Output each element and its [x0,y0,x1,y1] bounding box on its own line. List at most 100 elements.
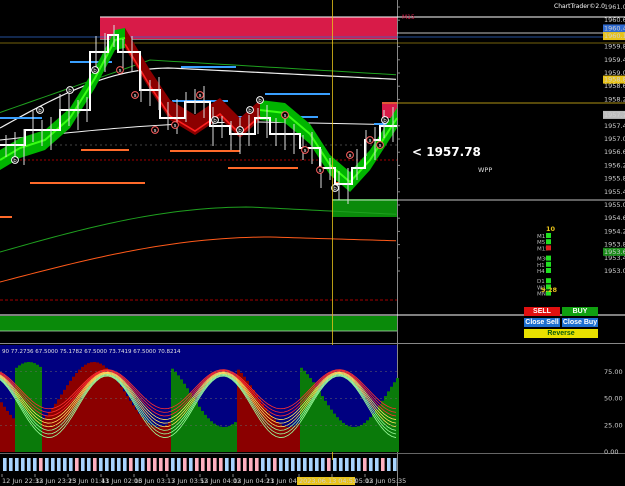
oscillator-bar [213,423,216,452]
oscillator-bar [111,374,114,452]
oscillator-bar [12,418,15,452]
close-buy-button[interactable]: Close Buy [562,318,598,327]
oscillator-bar [81,366,84,452]
oscillator-bar [225,426,228,452]
time-tick-label: 13 Jun 05:35 [365,477,406,485]
volume-bar [297,458,301,471]
volume-bar [141,458,145,471]
oscillator-bar [285,426,288,452]
signal-marker-glyph: b [68,88,72,94]
volume-bar [93,458,97,471]
volume-bar [147,458,151,471]
oscillator-bar [0,402,3,452]
volume-bar [393,458,397,471]
oscillator-bar [318,391,321,452]
volume-bar [267,458,271,471]
price-tick-label: 1956.25 [604,161,625,169]
close-sell-button[interactable]: Close Sell [524,318,560,327]
price-tick-label: 1957.05 [604,135,625,143]
sell-button[interactable]: SELL [524,307,560,316]
volume-bar [213,458,217,471]
oscillator-bar [231,424,234,452]
oscillator-bar [132,405,135,452]
volume-bar [279,458,283,471]
signal-marker-glyph: s [349,153,352,159]
oscillator-level-label: 75.00 [604,368,623,376]
volume-bar [345,458,349,471]
signal-marker-glyph: s [199,93,202,99]
signal-marker-glyph: s [154,128,157,134]
trend-timeframe-label: D1 [537,279,545,285]
oscillator-bar [87,363,90,452]
trend-timeframe-label: H1 [537,263,545,269]
oscillator-bar [159,426,162,452]
oscillator-bar [348,426,351,452]
signal-marker-glyph: s [304,148,307,154]
volume-bar [75,458,79,471]
price-tick-label: 1954.25 [604,227,625,235]
reverse-button[interactable]: Reverse [524,329,598,338]
volume-bar [249,458,253,471]
volume-bar [285,458,289,471]
volume-bar [15,458,19,471]
price-tick-label: 1958.25 [604,95,625,103]
oscillator-bar [354,426,357,452]
volume-bar [273,458,277,471]
volume-bar [51,458,55,471]
oscillator-bar [321,396,324,452]
signal-marker-glyph: b [38,108,42,114]
oscillator-bar [330,409,333,452]
supply-zone [100,17,397,39]
trend-state-indicator [546,261,551,267]
trend-timeframe-label: H4 [537,269,545,275]
price-tick-label: 1959.85 [604,43,625,51]
price-tick-label: 1954.65 [604,214,625,222]
volume-bar [33,458,37,471]
volume-bar [123,458,127,471]
volume-bar [165,458,169,471]
demand-zone-wide [0,316,397,331]
signal-marker-glyph: s [319,168,322,174]
chart-canvas[interactable]: bbbbsssssbbbsssbssbbs1961.051960.651959.… [0,0,625,486]
oscillator-bar [15,367,18,452]
oscillator-bar [222,426,225,452]
volume-bar [255,458,259,471]
volume-bar [369,458,373,471]
oscillator-bar [84,364,87,452]
signal-marker-glyph: s [379,143,382,149]
oscillator-bar [123,391,126,452]
oscillator-bar [33,363,36,452]
oscillator-bar [138,413,141,452]
volume-bar [87,458,91,471]
volume-bar [363,458,367,471]
volume-bar [99,458,103,471]
oscillator-level-label: 25.00 [604,421,623,429]
signal-marker-glyph: b [333,186,337,192]
trend-state-indicator [546,245,551,251]
oscillator-bar [129,400,132,452]
volume-bar [177,458,181,471]
price-tick-label: 1960.65 [604,16,625,24]
oscillator-bar [108,370,111,452]
volume-bar [381,458,385,471]
volume-bar [153,458,157,471]
volume-bar [387,458,391,471]
price-tick-label: 1961.05 [604,3,625,11]
trend-state-indicator [546,268,551,273]
trend-timeframe-label: M1 [537,234,545,240]
signal-marker-glyph: b [258,98,262,104]
volume-bar [321,458,325,471]
volume-bar [357,458,361,471]
oscillator-bar [6,410,9,452]
price-tag-label: 1957.78 [604,111,625,119]
oscillator-bar [234,422,237,452]
oscillator-level-label: 50.00 [604,395,623,403]
volume-bar [171,458,175,471]
oscillator-bar [3,406,6,452]
oscillator-bar [357,426,360,452]
price-tag-label: 1953.63 [604,248,625,256]
oscillator-bar [390,386,393,452]
buy-button[interactable]: BUY [562,307,598,316]
oscillator-bar [165,424,168,452]
volume-bar [231,458,235,471]
